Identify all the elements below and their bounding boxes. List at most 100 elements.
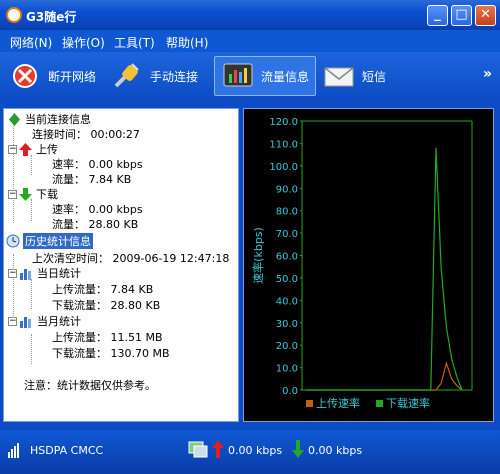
traffic-info-button[interactable]: 流量信息 xyxy=(214,56,317,96)
clock-icon xyxy=(6,234,20,248)
tree-up-rate: 速率： 0.00 kbps xyxy=(52,156,143,172)
disconnect-button[interactable]: 断开网络 xyxy=(8,56,96,96)
tree-down-flow: 流量： 28.80 KB xyxy=(52,216,138,232)
menu-tools[interactable]: 工具(T) xyxy=(114,34,155,51)
collapse-upload-toggle[interactable]: − xyxy=(8,144,17,154)
legend-label-upload: 上传速率 xyxy=(316,396,360,410)
maximize-button[interactable]: □ xyxy=(451,5,472,26)
tree-label-month: 当月统计 xyxy=(37,315,81,328)
month-down-text: 下载流量： 130.70 MB xyxy=(52,347,170,360)
traffic-chart-icon xyxy=(221,60,255,92)
sms-label: 短信 xyxy=(362,69,387,84)
y-tick-label: 0.0 xyxy=(282,386,298,397)
status-bar: HSDPA CMCC 0.00 kbps 0.00 kbps xyxy=(0,430,500,474)
close-button[interactable]: ✕ xyxy=(475,5,496,26)
tree-today-down: 下载流量： 28.80 KB xyxy=(52,297,160,313)
statistics-note: 注意：统计数据仅供参考。 xyxy=(24,377,156,393)
data-transfer-icon xyxy=(188,441,208,458)
up-flow-text: 流量： 7.84 KB xyxy=(52,173,132,186)
tree-month-up: 上传流量： 11.51 MB xyxy=(52,329,163,345)
y-tick-label: 60.0 xyxy=(276,252,298,263)
tree-down-rate: 速率： 0.00 kbps xyxy=(52,201,143,217)
y-tick-label: 20.0 xyxy=(276,341,298,352)
up-rate-text: 速率： 0.00 kbps xyxy=(52,158,143,171)
info-tree: 当前连接信息 连接时间： 00:00:27 − 上传 速率： 0.00 kbps… xyxy=(3,108,239,422)
manual-connect-label: 手动连接 xyxy=(150,69,199,84)
y-tick-label: 30.0 xyxy=(276,319,298,330)
today-down-text: 下载流量： 28.80 KB xyxy=(52,299,161,312)
toolbar: 断开网络 手动连接 流量信息 短信 » xyxy=(0,52,500,100)
menu-bar: 网络(N) 操作(O) 工具(T) 帮助(H) xyxy=(0,30,500,52)
download-arrow-icon xyxy=(19,187,32,201)
tree-month[interactable]: − 当月统计 xyxy=(8,313,81,329)
y-tick-label: 40.0 xyxy=(276,296,298,307)
legend-swatch-upload xyxy=(306,400,313,407)
series-line-upload xyxy=(306,360,463,391)
sms-button[interactable]: 短信 xyxy=(322,56,386,96)
tree-history[interactable]: 历史统计信息 xyxy=(6,233,93,249)
tree-download[interactable]: − 下载 xyxy=(8,186,58,202)
rate-chart: 120.0 110.0 100.0 90.0 80.0 70.0 60.0 50.0 40.0 3… xyxy=(251,117,473,410)
menu-network[interactable]: 网络(N) xyxy=(10,34,52,51)
down-flow-text: 流量： 28.80 KB xyxy=(52,218,139,231)
collapse-today-toggle[interactable]: − xyxy=(8,268,17,278)
bar-chart-icon xyxy=(20,268,31,280)
disconnect-label: 断开网络 xyxy=(48,69,97,84)
status-down-speed: 0.00 kbps xyxy=(308,444,363,457)
status-up-speed: 0.00 kbps xyxy=(228,444,283,457)
conn-time-text: 连接时间： 00:00:27 xyxy=(32,128,140,141)
rate-chart-panel: 120.0 110.0 100.0 90.0 80.0 70.0 60.0 50.0 40.0 3… xyxy=(243,108,494,422)
menu-operation[interactable]: 操作(O) xyxy=(62,34,105,51)
upload-arrow-icon xyxy=(19,142,32,156)
menu-help[interactable]: 帮助(H) xyxy=(166,34,208,51)
tree-up-flow: 流量： 7.84 KB xyxy=(52,171,131,187)
tree-label-current: 当前连接信息 xyxy=(25,113,91,126)
app-logo-icon xyxy=(6,7,22,23)
upload-arrow-icon xyxy=(212,440,224,458)
connect-plug-icon xyxy=(110,60,144,92)
y-tick-label: 10.0 xyxy=(276,364,298,375)
window-title: G3随e行 xyxy=(26,10,77,24)
title-bar: G3随e行 _ □ ✕ xyxy=(0,0,500,30)
tree-label-download: 下载 xyxy=(36,188,58,201)
y-tick-label: 50.0 xyxy=(276,274,298,285)
tree-today[interactable]: − 当日统计 xyxy=(8,265,81,281)
envelope-icon xyxy=(322,60,356,92)
tree-label-today: 当日统计 xyxy=(37,267,81,280)
y-tick-label: 120.0 xyxy=(269,117,298,128)
y-axis-label: 速率(kbps) xyxy=(251,227,265,284)
signal-strength-icon xyxy=(8,443,19,458)
y-tick-label: 100.0 xyxy=(269,162,298,173)
tree-month-down: 下载流量： 130.70 MB xyxy=(52,345,170,361)
month-up-text: 上传流量： 11.51 MB xyxy=(52,331,163,344)
diamond-arrows-icon xyxy=(9,112,20,126)
collapse-month-toggle[interactable]: − xyxy=(8,316,17,326)
note-text: 注意：统计数据仅供参考。 xyxy=(24,379,156,392)
network-name: HSDPA CMCC xyxy=(30,444,104,457)
download-arrow-icon xyxy=(292,440,304,458)
tree-upload[interactable]: − 上传 xyxy=(8,141,58,157)
tree-current-connection[interactable]: 当前连接信息 xyxy=(8,111,91,127)
manual-connect-button[interactable]: 手动连接 xyxy=(110,56,198,96)
disconnect-icon xyxy=(8,60,42,92)
tree-conn-time: 连接时间： 00:00:27 xyxy=(32,126,140,142)
down-rate-text: 速率： 0.00 kbps xyxy=(52,203,143,216)
legend-label-download: 下载速率 xyxy=(386,396,430,410)
y-tick-label: 110.0 xyxy=(269,139,298,150)
main-area: 当前连接信息 连接时间： 00:00:27 − 上传 速率： 0.00 kbps… xyxy=(0,100,500,430)
y-tick-label: 70.0 xyxy=(276,229,298,240)
collapse-download-toggle[interactable]: − xyxy=(8,189,17,199)
today-up-text: 上传流量： 7.84 KB xyxy=(52,283,154,296)
legend-swatch-download xyxy=(376,400,383,407)
tree-label-history: 历史统计信息 xyxy=(23,233,93,249)
minimize-button[interactable]: _ xyxy=(427,5,448,26)
y-tick-label: 80.0 xyxy=(276,207,298,218)
toolbar-more-icon[interactable]: » xyxy=(483,66,492,82)
last-clear-text: 上次清空时间： 2009-06-19 12:47:18 xyxy=(32,252,230,265)
traffic-info-label: 流量信息 xyxy=(261,69,310,84)
tree-label-upload: 上传 xyxy=(36,143,58,156)
series-line-download xyxy=(306,147,463,391)
bar-chart-icon xyxy=(20,316,31,328)
y-tick-label: 90.0 xyxy=(276,184,298,195)
tree-today-up: 上传流量： 7.84 KB xyxy=(52,281,153,297)
